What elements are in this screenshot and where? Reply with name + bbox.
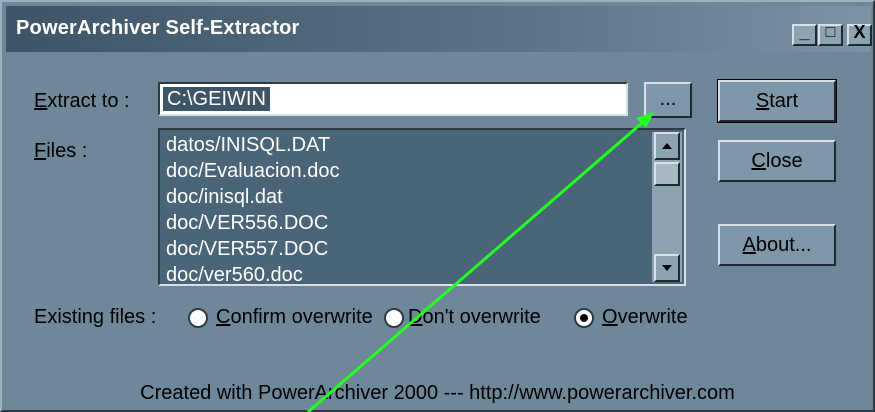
annotation-arrow-icon bbox=[307, 112, 654, 412]
